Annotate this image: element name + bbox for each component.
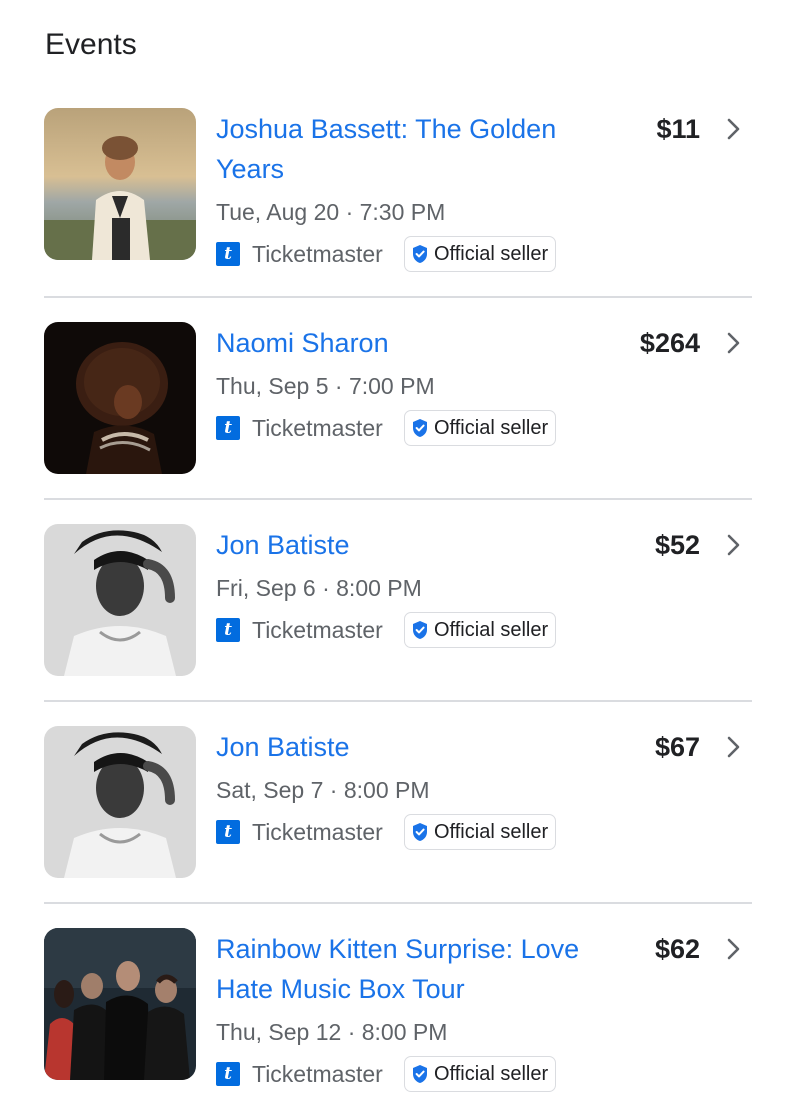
divider	[44, 902, 752, 904]
chevron-right-icon[interactable]	[724, 936, 744, 962]
seller-row: t Ticketmaster Official seller	[216, 236, 636, 272]
portrait-bw-photo	[44, 726, 196, 878]
seller-row: t Ticketmaster Official seller	[216, 410, 636, 446]
portrait-sunset-photo	[44, 108, 196, 260]
badge-label: Official seller	[434, 821, 549, 843]
event-image	[44, 524, 196, 676]
badge-label: Official seller	[434, 619, 549, 641]
official-seller-badge: Official seller	[404, 612, 557, 648]
event-image	[44, 928, 196, 1080]
event-title-link[interactable]: Joshua Bassett: The Golden Years	[216, 109, 616, 189]
event-price: $264	[639, 328, 700, 358]
shield-check-icon	[413, 1065, 427, 1083]
events-panel: Events Joshua Bassett: The Golden Years …	[0, 0, 794, 1108]
chevron-right-icon[interactable]	[724, 116, 744, 142]
badge-label: Official seller	[434, 417, 549, 439]
event-date: Fri, Sep 6 · 8:00 PM	[216, 575, 422, 601]
divider	[44, 498, 752, 500]
event-date: Tue, Aug 20 · 7:30 PM	[216, 199, 446, 225]
official-seller-badge: Official seller	[404, 410, 557, 446]
event-title-link[interactable]: Rainbow Kitten Surprise: Love Hate Music…	[216, 929, 616, 1009]
chevron-right-icon[interactable]	[724, 532, 744, 558]
event-price: $11	[656, 114, 700, 144]
event-image	[44, 726, 196, 878]
section-title: Events	[45, 28, 137, 61]
shield-check-icon	[413, 245, 427, 263]
event-image	[44, 322, 196, 474]
portrait-dark-photo	[44, 322, 196, 474]
event-date: Thu, Sep 5 · 7:00 PM	[216, 373, 435, 399]
ticketmaster-logo-icon: t	[216, 416, 240, 440]
seller-name: Ticketmaster	[252, 819, 383, 845]
shield-check-icon	[413, 621, 427, 639]
band-group-photo	[44, 928, 196, 1080]
seller-name: Ticketmaster	[252, 617, 383, 643]
badge-label: Official seller	[434, 243, 549, 265]
event-date: Sat, Sep 7 · 8:00 PM	[216, 777, 430, 803]
seller-name: Ticketmaster	[252, 241, 383, 267]
event-title-link[interactable]: Naomi Sharon	[216, 323, 616, 363]
event-title-link[interactable]: Jon Batiste	[216, 727, 616, 767]
event-price: $67	[654, 732, 700, 762]
divider	[44, 296, 752, 298]
portrait-bw-photo	[44, 524, 196, 676]
ticketmaster-logo-icon: t	[216, 618, 240, 642]
event-date: Thu, Sep 12 · 8:00 PM	[216, 1019, 448, 1045]
seller-name: Ticketmaster	[252, 1061, 383, 1087]
ticketmaster-logo-icon: t	[216, 1062, 240, 1086]
chevron-right-icon[interactable]	[724, 330, 744, 356]
event-price: $62	[654, 934, 700, 964]
shield-check-icon	[413, 823, 427, 841]
event-card[interactable]: Jon Batiste $67 Sat, Sep 7 · 8:00 PM t T…	[44, 726, 752, 880]
seller-row: t Ticketmaster Official seller	[216, 612, 636, 648]
seller-name: Ticketmaster	[252, 415, 383, 441]
official-seller-badge: Official seller	[404, 1056, 557, 1092]
badge-label: Official seller	[434, 1063, 549, 1085]
event-card[interactable]: Joshua Bassett: The Golden Years $11 Tue…	[44, 108, 752, 272]
chevron-right-icon[interactable]	[724, 734, 744, 760]
ticketmaster-logo-icon: t	[216, 820, 240, 844]
official-seller-badge: Official seller	[404, 236, 557, 272]
event-card[interactable]: Naomi Sharon $264 Thu, Sep 5 · 7:00 PM t…	[44, 322, 752, 476]
event-card[interactable]: Jon Batiste $52 Fri, Sep 6 · 8:00 PM t T…	[44, 524, 752, 678]
official-seller-badge: Official seller	[404, 814, 557, 850]
event-price: $52	[654, 530, 700, 560]
seller-row: t Ticketmaster Official seller	[216, 1056, 636, 1092]
divider	[44, 700, 752, 702]
ticketmaster-logo-icon: t	[216, 242, 240, 266]
event-card[interactable]: Rainbow Kitten Surprise: Love Hate Music…	[44, 928, 752, 1092]
event-image	[44, 108, 196, 260]
seller-row: t Ticketmaster Official seller	[216, 814, 636, 850]
event-title-link[interactable]: Jon Batiste	[216, 525, 616, 565]
shield-check-icon	[413, 419, 427, 437]
